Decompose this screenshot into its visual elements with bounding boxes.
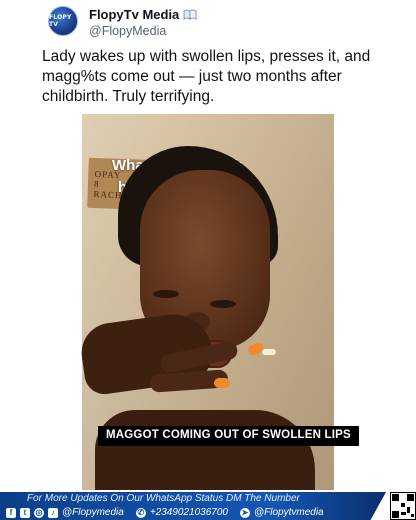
avatar[interactable]: FLOPY TV (48, 6, 78, 36)
whatsapp-icon[interactable]: ✆ (135, 507, 146, 518)
social-handle[interactable]: @Flopymedia (62, 507, 124, 518)
left-eye (153, 290, 179, 298)
tiktok-icon[interactable]: ♪ (48, 507, 58, 518)
banner-line2: f t ◎ ♪ @Flopymedia ✆ +2349021036700 ➤ @… (6, 506, 324, 519)
post-header: FLOPY TV FlopyTv Media @FlopyMedia (48, 4, 408, 44)
twitter-icon[interactable]: t (20, 507, 30, 518)
video-caption: MAGGOT COMING OUT OF SWOLLEN LIPS (98, 426, 359, 446)
right-eye (210, 300, 236, 308)
name-row: FlopyTv Media (89, 7, 197, 22)
banner-line1: For More Updates On Our WhatsApp Status … (27, 493, 300, 504)
telegram-icon[interactable]: ➤ (239, 507, 250, 518)
handle[interactable]: @FlopyMedia (89, 24, 166, 38)
display-name[interactable]: FlopyTv Media (89, 7, 179, 22)
telegram-handle[interactable]: @Flopytvmedia (254, 507, 324, 518)
qr-code[interactable] (390, 492, 416, 520)
open-book-icon (183, 9, 197, 20)
instagram-icon[interactable]: ◎ (34, 507, 44, 518)
tweet-text: Lady wakes up with swollen lips, presses… (42, 48, 371, 105)
lower-arm (95, 410, 315, 490)
larva (262, 349, 276, 355)
fingernail (214, 378, 230, 388)
facebook-icon[interactable]: f (6, 507, 16, 518)
phone-number[interactable]: +2349021036700 (150, 507, 228, 518)
avatar-text: FLOPY TV (49, 14, 72, 28)
